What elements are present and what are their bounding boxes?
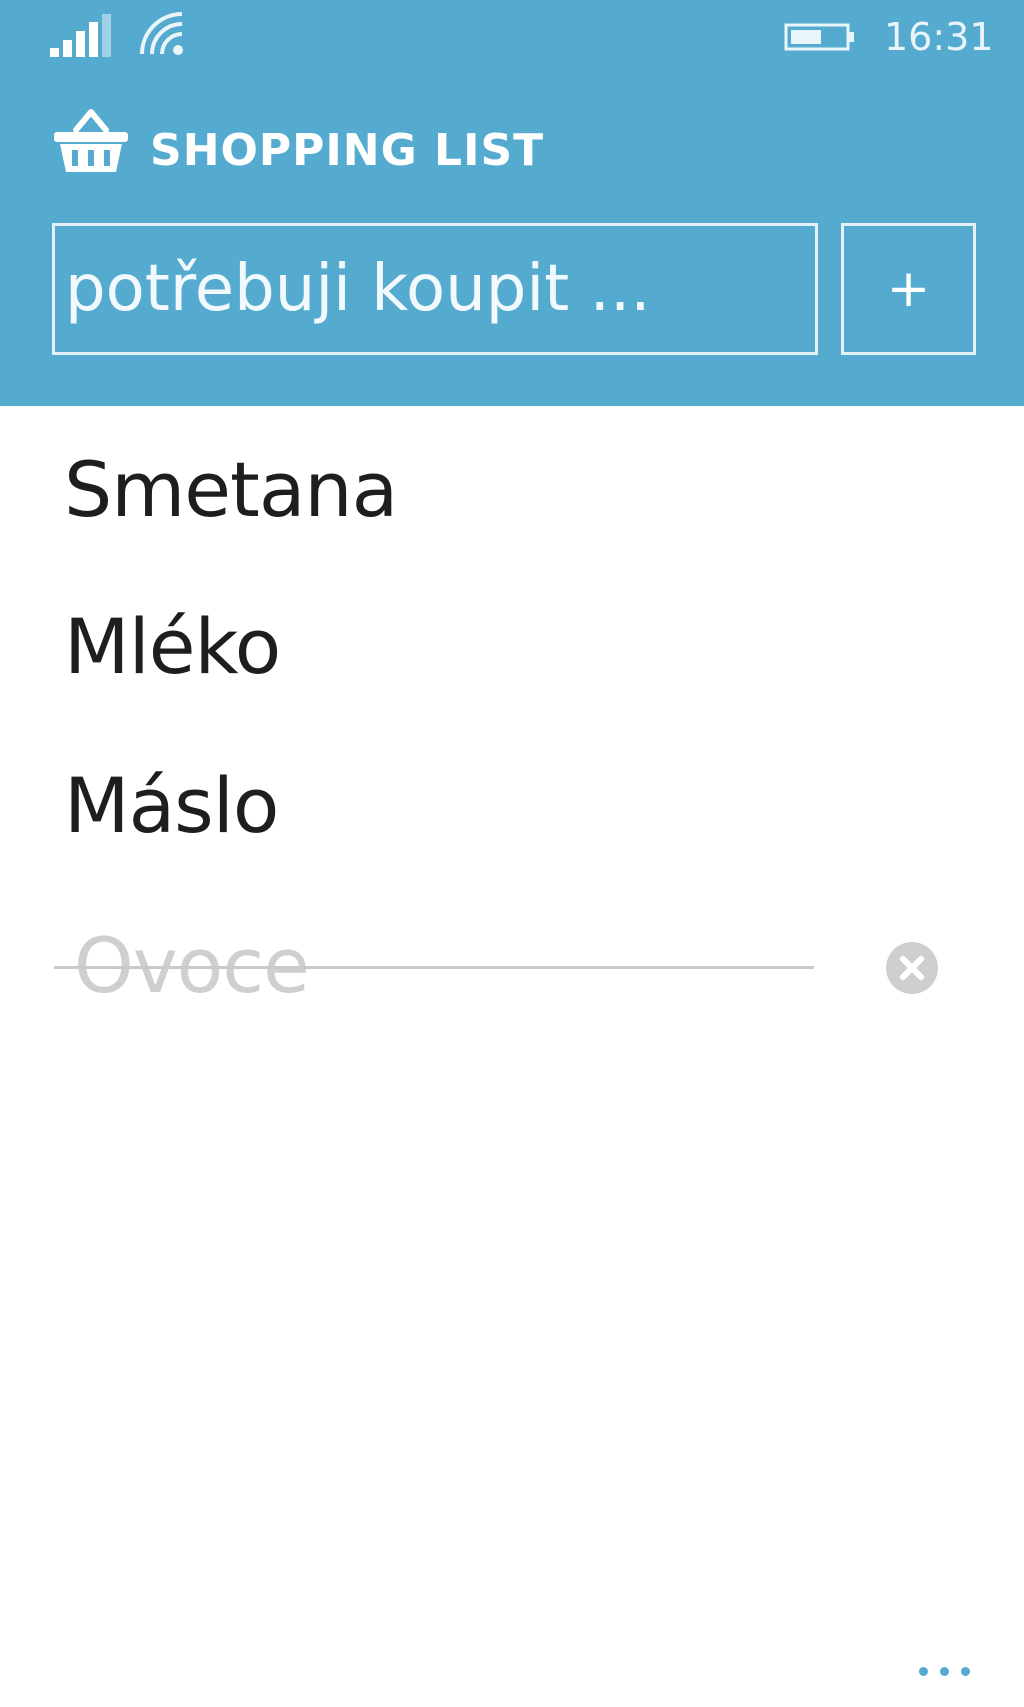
list-item[interactable]: Máslo (0, 736, 1024, 876)
list-item-label: Smetana (64, 445, 398, 534)
add-item-button[interactable]: + (841, 223, 976, 355)
battery-icon (784, 23, 854, 51)
signal-icon (50, 14, 111, 57)
status-time: 16:31 (884, 15, 994, 59)
wifi-icon (140, 12, 183, 55)
list-item-label: Mléko (64, 602, 281, 691)
dot (961, 1667, 970, 1676)
app-title: SHOPPING LIST (150, 125, 545, 176)
close-circle-icon (886, 942, 938, 994)
dot (919, 1667, 928, 1676)
list-item[interactable]: Mléko (0, 577, 1024, 717)
new-item-input[interactable] (52, 223, 818, 355)
header: 16:31 SHOPPING LIST + (0, 0, 1024, 406)
list-item-completed[interactable]: Ovoce (0, 896, 1024, 1036)
ellipsis-icon[interactable] (912, 1656, 978, 1686)
strikethrough-line (54, 966, 814, 969)
remove-item-button[interactable] (884, 940, 940, 996)
dot (940, 1667, 949, 1676)
list-item[interactable]: Smetana (0, 420, 1024, 560)
list-item-label: Máslo (64, 761, 279, 850)
basket-icon (54, 109, 128, 172)
